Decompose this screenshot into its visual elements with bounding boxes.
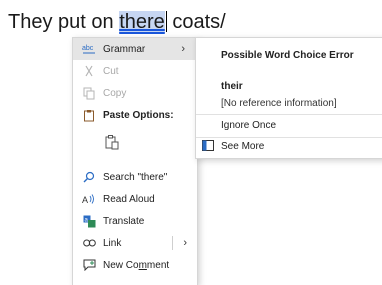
grammar-submenu: Possible Word Choice Error their [No ref… [195, 37, 382, 159]
paste-keep-text-option[interactable] [73, 128, 197, 156]
menu-item-paste-options: Paste Options: [73, 104, 197, 126]
suggestion-info: [No reference information] [221, 98, 337, 109]
menu-item-paste-options-label: Paste Options: [103, 109, 174, 121]
menu-item-search[interactable]: Search "there" [73, 166, 197, 188]
chevron-right-icon[interactable]: › [183, 237, 187, 249]
suggestion-word[interactable]: their [221, 81, 243, 92]
document-text-after: coats/ [166, 11, 226, 33]
submenu-divider [196, 137, 382, 138]
ignore-once-button[interactable]: Ignore Once [221, 120, 276, 131]
see-more-button[interactable]: See More [221, 141, 264, 152]
link-icon [82, 236, 96, 250]
menu-item-read-aloud-label: Read Aloud [103, 193, 155, 205]
split-divider [172, 236, 173, 250]
clipboard-icon [82, 108, 96, 122]
menu-item-cut-label: Cut [103, 65, 119, 77]
document-text-line[interactable]: They put on there coats/ [8, 11, 226, 34]
menu-item-copy: Copy [73, 82, 197, 104]
comment-icon [82, 258, 96, 272]
menu-item-new-comment-label: New Comment [103, 259, 170, 271]
spelling-abc-icon: abc [82, 42, 96, 56]
copy-icon [82, 86, 96, 100]
highlighted-word[interactable]: there [119, 11, 165, 33]
menu-item-translate[interactable]: a Translate [73, 210, 197, 232]
chevron-right-icon: › [181, 43, 185, 55]
paste-keep-text-icon[interactable] [103, 133, 121, 151]
menu-item-grammar[interactable]: abc Grammar › [73, 38, 197, 60]
suggestion-title: Possible Word Choice Error [221, 50, 354, 61]
menu-item-link-label: Link [103, 237, 122, 249]
translate-icon: a [82, 214, 96, 228]
menu-item-copy-label: Copy [103, 87, 127, 99]
menu-item-search-label: Search "there" [103, 171, 168, 183]
menu-item-translate-label: Translate [103, 215, 145, 227]
see-more-pane-icon [202, 140, 214, 154]
document-text-before: They put on [8, 11, 120, 33]
scissors-icon [82, 64, 96, 78]
svg-text:abc: abc [82, 45, 94, 52]
svg-text:A: A [82, 195, 88, 205]
menu-item-read-aloud[interactable]: A Read Aloud [73, 188, 197, 210]
submenu-divider [196, 114, 382, 115]
search-icon [82, 170, 96, 184]
read-aloud-icon: A [82, 192, 96, 206]
menu-item-link[interactable]: Link › [73, 232, 197, 254]
context-menu: abc Grammar › Cut Copy Paste Options: Se… [72, 37, 198, 285]
menu-item-cut: Cut [73, 60, 197, 82]
menu-item-grammar-label: Grammar [103, 43, 146, 55]
menu-item-new-comment[interactable]: New Comment [73, 254, 197, 276]
